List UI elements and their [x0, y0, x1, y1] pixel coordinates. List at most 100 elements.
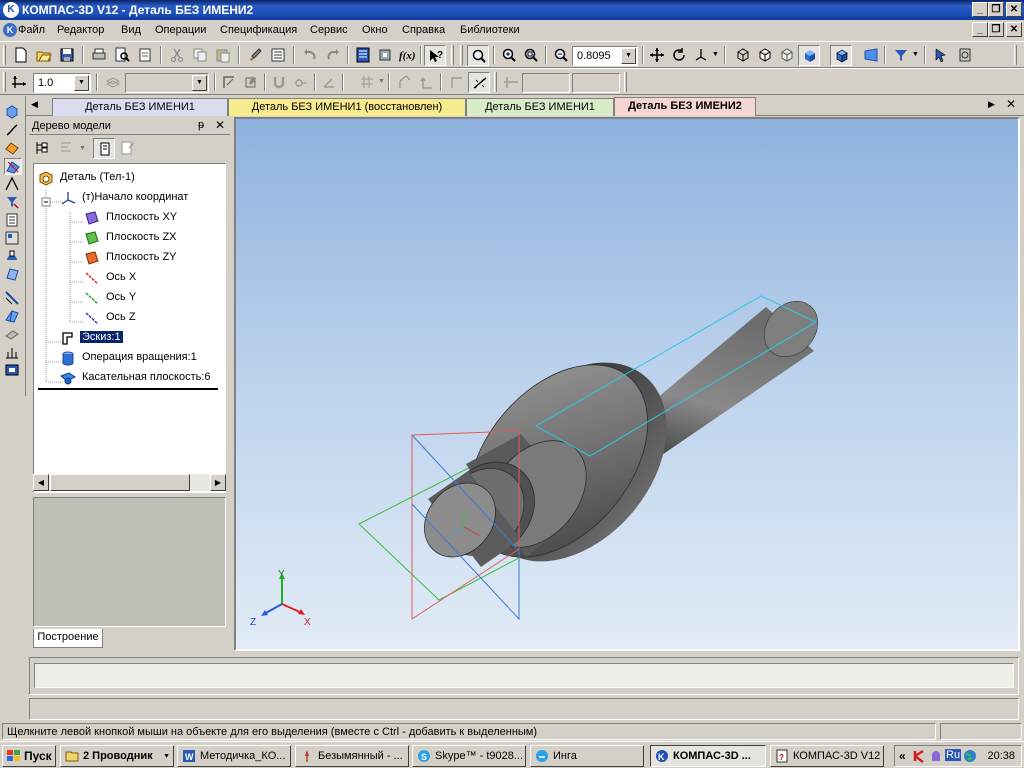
menu-libraries[interactable]: Библиотеки: [460, 24, 520, 36]
task-chat[interactable]: Инга: [530, 745, 644, 767]
local-snap-button[interactable]: [416, 72, 438, 93]
tab-detail-1[interactable]: Деталь БЕЗ ИМЕНИ1: [52, 98, 228, 116]
tab-detail-1-copy[interactable]: Деталь БЕЗ ИМЕНИ1: [466, 98, 614, 116]
coordinate-x-field[interactable]: [522, 73, 570, 93]
vt-elements[interactable]: [4, 248, 22, 265]
tab-construction[interactable]: Построение: [33, 629, 103, 648]
doc-close-button[interactable]: ✕: [1006, 22, 1022, 37]
new-button[interactable]: [10, 45, 32, 66]
preview-button[interactable]: [111, 45, 133, 66]
chevron-down-icon[interactable]: ▼: [621, 48, 636, 64]
maximize-button[interactable]: ❐: [988, 2, 1004, 17]
toolbar-grip[interactable]: [460, 45, 463, 65]
perspective-button[interactable]: [860, 45, 882, 66]
vt-dimensions[interactable]: [4, 176, 22, 193]
print-settings-button[interactable]: [134, 45, 156, 66]
tab-detail-2[interactable]: Деталь БЕЗ ИМЕНИ2: [614, 97, 756, 116]
chevron-down-icon[interactable]: ▼: [712, 51, 719, 58]
scrollbar-thumb[interactable]: [50, 474, 190, 491]
vt-surfaces[interactable]: [4, 140, 22, 157]
menu-editor[interactable]: Редактор: [57, 24, 104, 36]
toolbar-grip[interactable]: [1014, 45, 1017, 65]
vt-auxiliary-geometry[interactable]: [4, 158, 22, 175]
layer-combo[interactable]: ▼: [125, 73, 209, 93]
rounding-button[interactable]: [394, 72, 416, 93]
vt-sheet-metal[interactable]: [4, 266, 22, 283]
vt-spatial-curves[interactable]: [4, 122, 22, 139]
menu-operations[interactable]: Операции: [155, 24, 206, 36]
wireframe-button[interactable]: [732, 45, 754, 66]
toolbar-grip[interactable]: [624, 72, 627, 92]
vt-reports[interactable]: [4, 230, 22, 247]
tree-item-plane-xy[interactable]: Плоскость XY: [84, 209, 225, 227]
properties-brush-button[interactable]: [244, 45, 266, 66]
globe-icon[interactable]: [963, 749, 977, 763]
chevron-down-icon[interactable]: ▼: [912, 51, 919, 58]
step-combo[interactable]: 1.0 ▼: [33, 73, 91, 93]
coordinate-snap-button[interactable]: [468, 72, 490, 93]
toolbar-grip[interactable]: [3, 72, 6, 92]
zoom-scale-button[interactable]: [550, 45, 572, 66]
scroll-left-icon[interactable]: ◀: [33, 474, 49, 491]
tree-item-plane-zy[interactable]: Плоскость ZY: [84, 249, 225, 267]
vt-edit-part[interactable]: [4, 104, 22, 121]
select-tool-button[interactable]: [930, 45, 952, 66]
sketch-mode-button[interactable]: [218, 72, 240, 93]
copy-button[interactable]: [189, 45, 211, 66]
redo-button[interactable]: [322, 45, 344, 66]
chevron-down-icon[interactable]: ▼: [378, 78, 385, 85]
menu-specification[interactable]: Спецификация: [220, 24, 297, 36]
menu-window[interactable]: Окно: [362, 24, 388, 36]
help-pointer-button[interactable]: ?: [424, 45, 446, 66]
manager-button[interactable]: [352, 45, 374, 66]
snap-settings-button[interactable]: [290, 72, 312, 93]
zoom-all-button[interactable]: [520, 45, 542, 66]
language-indicator[interactable]: Ru: [945, 749, 962, 761]
menu-view[interactable]: Вид: [121, 24, 141, 36]
tab-scroll-left-icon[interactable]: ◀: [31, 99, 38, 110]
tree-item-part[interactable]: Деталь (Тел-1): [38, 169, 225, 187]
menu-file[interactable]: Файл: [18, 24, 45, 36]
tree-item-origin[interactable]: (т)Начало координат: [60, 189, 225, 207]
network-icon[interactable]: [929, 749, 943, 763]
close-button[interactable]: ✕: [1006, 2, 1022, 17]
tree-item-tangent-plane[interactable]: Касательная плоскость:6: [60, 369, 225, 387]
chevron-down-icon[interactable]: ▼: [74, 75, 89, 91]
paste-button[interactable]: [212, 45, 234, 66]
edit-part-button[interactable]: [240, 72, 262, 93]
chevron-down-icon[interactable]: ▼: [79, 145, 86, 152]
filter-button[interactable]: [890, 45, 912, 66]
tab-detail-1-restored[interactable]: Деталь БЕЗ ИМЕНИ1 (восстановлен): [228, 98, 466, 116]
library-button[interactable]: [374, 45, 396, 66]
drag-button[interactable]: [446, 72, 468, 93]
toolbar-grip[interactable]: [494, 72, 497, 92]
tree-props-button[interactable]: [117, 138, 139, 159]
task-kompas-active[interactable]: K КОМПАС-3D ...: [650, 745, 766, 767]
tree-doc-button[interactable]: [93, 138, 115, 159]
tab-close-icon[interactable]: ✕: [1006, 97, 1016, 111]
vt-specification[interactable]: [4, 212, 22, 229]
zoom-in-button[interactable]: [498, 45, 520, 66]
chevron-down-icon[interactable]: ▼: [163, 753, 170, 760]
tree-item-plane-zx[interactable]: Плоскость ZX: [84, 229, 225, 247]
rotate-button[interactable]: [668, 45, 690, 66]
tree-item-sketch[interactable]: Эскиз:1: [60, 329, 225, 347]
cut-button[interactable]: [166, 45, 188, 66]
vt-library[interactable]: [4, 362, 22, 379]
chevron-down-icon[interactable]: ▼: [192, 75, 207, 91]
orientation-button[interactable]: [690, 45, 712, 66]
minimize-button[interactable]: _: [972, 2, 988, 17]
open-button[interactable]: [33, 45, 55, 66]
vt-assembly[interactable]: [4, 344, 22, 361]
variables-button[interactable]: f(x): [396, 45, 418, 66]
print-button[interactable]: [88, 45, 110, 66]
vt-mesh[interactable]: [4, 308, 22, 325]
tree-item-axis-y[interactable]: Ось Y: [84, 289, 225, 307]
model-viewport[interactable]: Y X Z: [234, 117, 1020, 651]
tree-item-revolve[interactable]: Операция вращения:1: [60, 349, 225, 367]
vt-selection[interactable]: [4, 290, 22, 307]
zoom-combo[interactable]: 0.8095 ▼: [572, 46, 638, 66]
doc-minimize-button[interactable]: _: [972, 22, 988, 37]
doc-restore-button[interactable]: ❐: [988, 22, 1004, 37]
tray-expand-icon[interactable]: «: [899, 749, 906, 763]
